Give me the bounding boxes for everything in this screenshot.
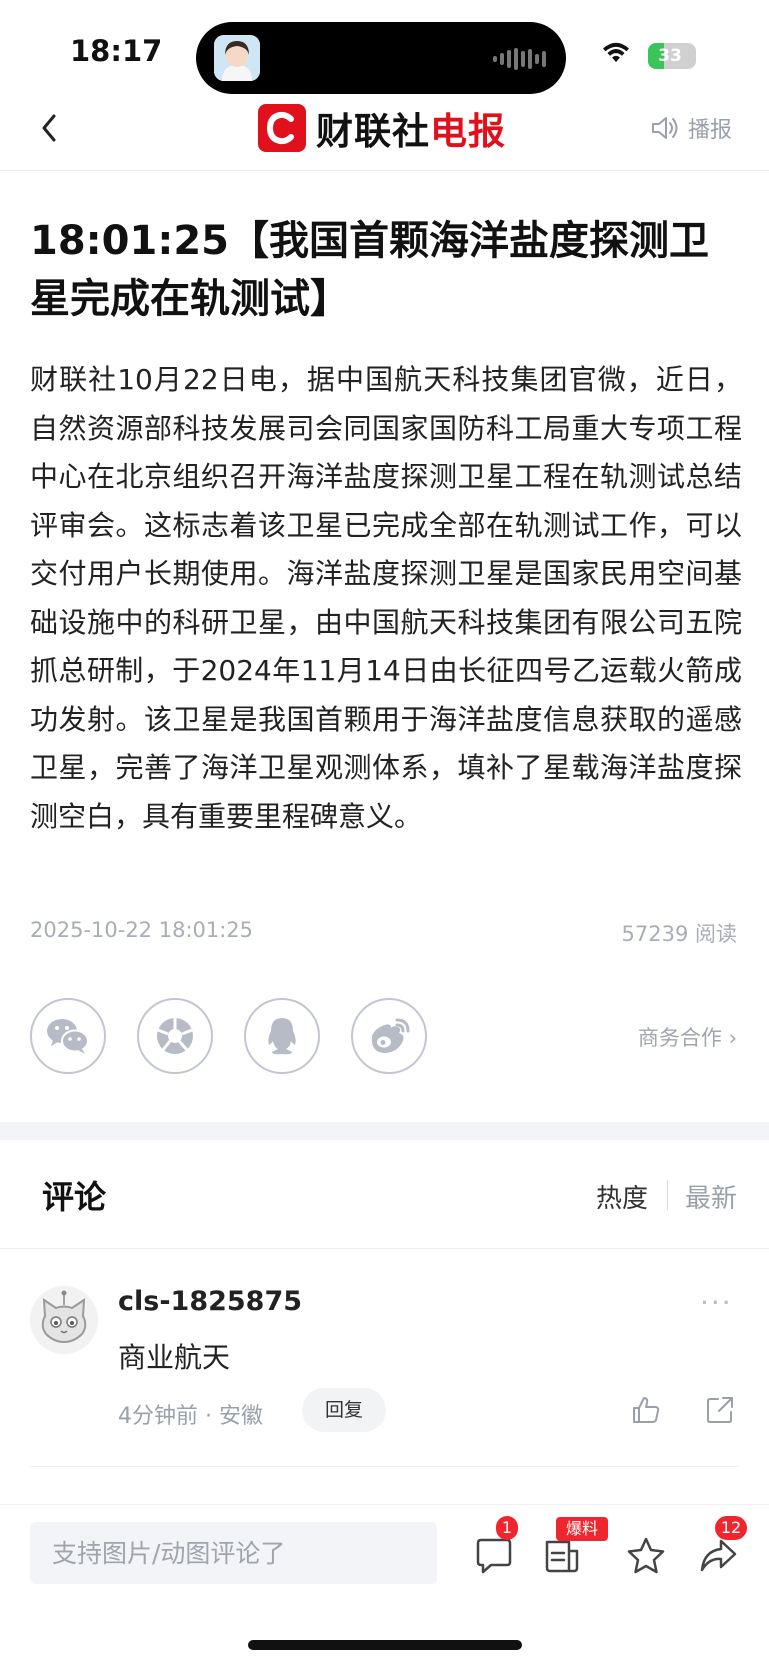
article-body: 财联社10月22日电，据中国航天科技集团官微，近日，自然资源部科技发展司会同国家…	[30, 363, 742, 833]
wifi-icon	[601, 40, 631, 68]
like-button[interactable]	[630, 1394, 662, 1430]
comments-title: 评论	[42, 1178, 107, 1216]
comments-button[interactable]	[473, 1535, 515, 1577]
share-qq-button[interactable]	[244, 998, 320, 1074]
share-out-icon	[707, 1397, 733, 1423]
comment-text: 商业航天	[118, 1341, 231, 1374]
battery-indicator: 33	[648, 43, 696, 69]
home-indicator[interactable]	[248, 1640, 522, 1650]
news-report-icon	[545, 1540, 579, 1573]
cat-avatar-icon	[30, 1286, 98, 1354]
thumbs-up-icon	[633, 1397, 660, 1423]
chevron-left-icon	[42, 114, 56, 142]
comment-share-button[interactable]	[704, 1394, 736, 1430]
share-weibo-button[interactable]	[351, 998, 427, 1074]
share-button[interactable]	[697, 1535, 739, 1577]
comment-meta: 4分钟前 · 安徽	[118, 1404, 263, 1429]
reply-button[interactable]: 回复	[302, 1388, 386, 1432]
favorite-button[interactable]	[625, 1535, 667, 1577]
report-button[interactable]	[542, 1535, 584, 1577]
avatar[interactable]	[30, 1286, 98, 1354]
section-divider	[0, 1122, 769, 1140]
report-badge: 爆料	[556, 1517, 608, 1541]
cls-logo-icon	[258, 104, 306, 152]
article-title: 18:01:25【我国首颗海洋盐度探测卫星完成在轨测试】	[30, 218, 709, 322]
broadcast-button[interactable]: 播报	[650, 112, 732, 144]
dynamic-island[interactable]	[196, 22, 566, 94]
speaker-icon	[652, 117, 678, 139]
comment-icon	[476, 1538, 512, 1574]
audio-wave-icon	[493, 48, 546, 70]
sort-separator	[667, 1180, 668, 1210]
comment-input-box[interactable]	[30, 1522, 437, 1584]
bottom-bar-divider	[0, 1504, 769, 1505]
star-icon	[627, 1537, 665, 1574]
comment-divider	[30, 1466, 739, 1467]
share-moments-button[interactable]	[137, 998, 213, 1074]
brand-name-red: 电报	[430, 110, 506, 153]
back-button[interactable]	[36, 108, 76, 148]
brand-logo: 财联社电报	[258, 101, 506, 155]
sort-hot-tab[interactable]: 热度	[596, 1178, 648, 1215]
wechat-icon	[47, 1019, 89, 1054]
share-wechat-button[interactable]	[30, 998, 106, 1074]
brand-name: 财联社电报	[316, 101, 506, 155]
business-cooperation-link[interactable]: 商务合作 ›	[638, 1022, 737, 1052]
status-time: 18:17	[70, 34, 163, 68]
qq-icon	[268, 1018, 296, 1055]
battery-percent: 33	[658, 46, 682, 66]
broadcast-label: 播报	[688, 118, 733, 143]
share-count-badge: 12	[715, 1516, 747, 1540]
comments-divider	[0, 1248, 769, 1249]
sort-new-tab[interactable]: 最新	[685, 1178, 737, 1215]
comment-count-badge: 1	[496, 1516, 518, 1540]
share-arrow-icon	[700, 1539, 737, 1572]
comment-username[interactable]: cls-1825875	[118, 1286, 302, 1317]
article-date: 2025-10-22 18:01:25	[30, 918, 254, 942]
more-options-button[interactable]: ···	[700, 1286, 733, 1319]
comment-input[interactable]	[30, 1522, 432, 1584]
nav-divider	[0, 170, 769, 171]
moments-icon	[157, 1018, 193, 1054]
live-activity-avatar	[214, 35, 260, 81]
brand-name-black: 财联社	[316, 110, 430, 153]
read-count: 57239 阅读	[621, 922, 737, 946]
weibo-icon	[371, 1018, 410, 1053]
